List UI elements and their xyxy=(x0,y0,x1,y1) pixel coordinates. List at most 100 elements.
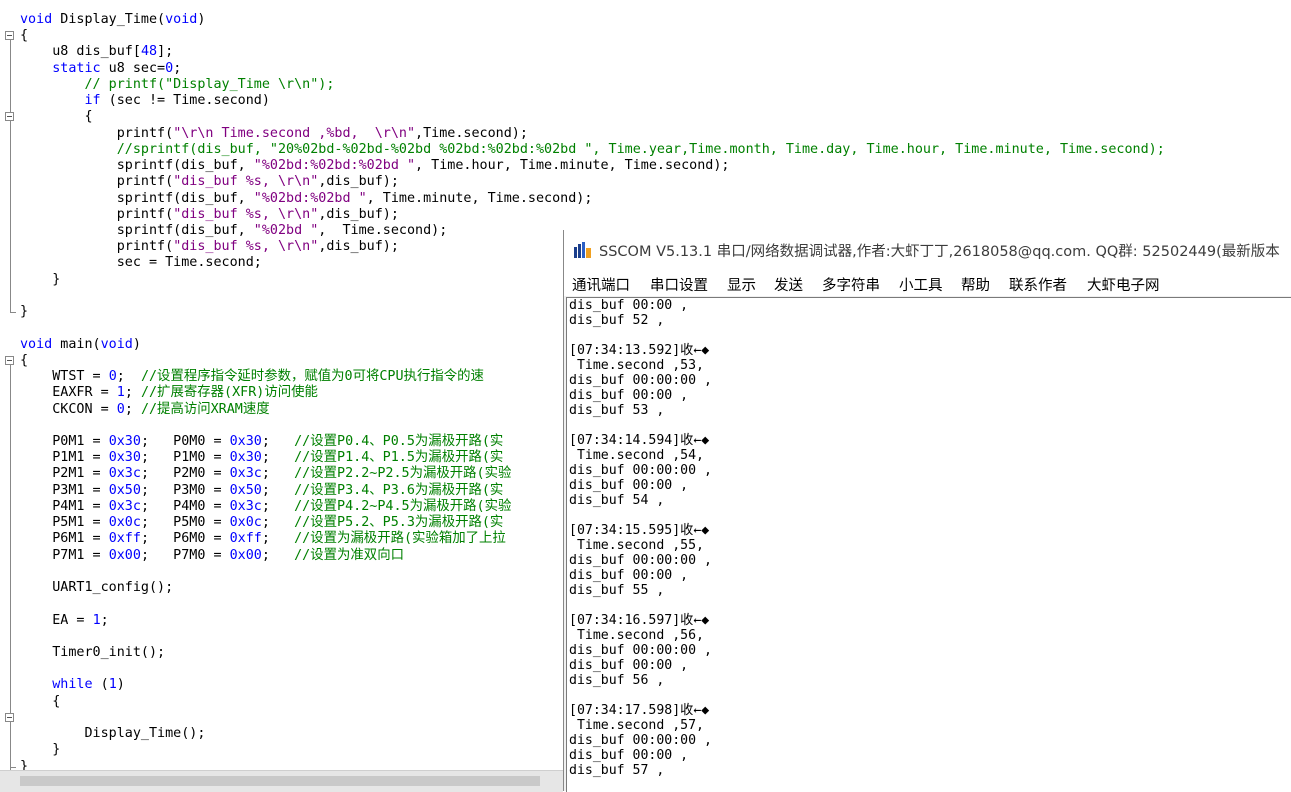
receive-line: [07:34:13.592]收←◆ xyxy=(569,343,710,358)
code-token: "%02bd:%02bd:%02bd " xyxy=(253,158,416,174)
receive-line: dis_buf 00:00:00 , xyxy=(569,643,712,658)
code-token: (sec != Time.second) xyxy=(100,93,270,109)
receive-text-area[interactable]: dis_buf 00:00 , dis_buf 52 , [07:34:13.592… xyxy=(566,297,1291,792)
code-token: Display_Time(); xyxy=(20,726,206,742)
code-token: P1M1 = xyxy=(20,450,109,466)
editor-horizontal-scrollbar[interactable] xyxy=(0,770,563,792)
code-token: P2M1 = xyxy=(20,466,109,482)
code-token: { xyxy=(20,28,29,44)
code-line: { xyxy=(20,353,28,369)
sscom-titlebar[interactable]: SSCOM V5.13.1 串口/网络数据调试器,作者:大虾丁丁,2618058… xyxy=(564,230,1291,270)
code-token: //设置P1.4、P1.5为漏极开路(实 xyxy=(294,450,504,466)
code-token: ; P7M0 = xyxy=(140,547,230,563)
menu-tools[interactable]: 小工具 xyxy=(899,274,943,295)
code-token: ; P0M0 = xyxy=(140,433,230,449)
code-token: sec = Time.second; xyxy=(20,255,262,271)
receive-line: [07:34:14.594]收←◆ xyxy=(569,433,710,448)
menu-multi-string[interactable]: 多字符串 xyxy=(822,274,880,295)
menu-comm-port[interactable]: 通讯端口 xyxy=(572,274,630,295)
fold-toggle-icon[interactable] xyxy=(5,355,14,365)
fold-end-marker xyxy=(10,766,16,768)
editor-scrollbar-thumb[interactable] xyxy=(20,776,540,786)
code-line: P7M1 = 0x00; P7M0 = 0x00; //设置为准双向口 xyxy=(20,548,404,564)
code-token: printf( xyxy=(20,239,174,255)
menu-contact-author[interactable]: 联系作者 xyxy=(1009,274,1067,295)
code-token: P7M1 = xyxy=(20,547,109,563)
fold-toggle-icon[interactable] xyxy=(5,112,14,122)
code-token: sprintf(dis_buf, xyxy=(20,222,254,238)
code-token: ) xyxy=(116,677,125,693)
code-line: EAXFR = 1; //扩展寄存器(XFR)访问使能 xyxy=(20,385,318,401)
code-token: "\r\n Time.second ,%bd, \r\n" xyxy=(173,125,416,141)
code-line: Display_Time(); xyxy=(20,726,205,742)
receive-line: dis_buf 54 , xyxy=(569,493,665,508)
code-token: } xyxy=(20,271,61,287)
code-token: { xyxy=(20,352,29,368)
code-line: if (sec != Time.second) xyxy=(20,93,270,109)
menu-display[interactable]: 显示 xyxy=(727,274,756,295)
code-token: //设置P4.2~P4.5为漏极开路(实验 xyxy=(294,498,512,514)
code-token: ; xyxy=(173,60,182,76)
code-token: P5M1 = xyxy=(20,515,109,531)
code-token: printf( xyxy=(20,125,174,141)
fold-toggle-icon[interactable] xyxy=(5,31,14,41)
receive-line: dis_buf 00:00 , xyxy=(569,748,689,763)
code-token: void xyxy=(165,12,198,27)
code-token: Timer0_init(); xyxy=(20,644,166,660)
receive-line: dis_buf 00:00 , xyxy=(569,478,689,493)
code-line: u8 dis_buf[48]; xyxy=(20,44,173,60)
code-token: } xyxy=(20,304,29,320)
code-token: ; xyxy=(261,498,295,514)
code-token: //提高访问XRAM速度 xyxy=(140,401,270,417)
code-token: ,Time.second); xyxy=(415,125,528,141)
code-token: ; P2M0 = xyxy=(140,466,230,482)
code-token: sprintf(dis_buf, xyxy=(20,158,254,174)
code-token: ; P4M0 = xyxy=(140,498,230,514)
code-token: 0x3c xyxy=(229,498,262,514)
menu-help[interactable]: 帮助 xyxy=(961,274,990,295)
code-token: ( xyxy=(92,677,109,693)
code-line: P6M1 = 0xff; P6M0 = 0xff; //设置为漏极开路(实验箱加… xyxy=(20,531,506,547)
code-token: printf( xyxy=(20,174,174,190)
code-token: 0xff xyxy=(229,531,262,547)
menu-bar: 通讯端口 串口设置 显示 发送 多字符串 小工具 帮助 联系作者 大虾电子网 xyxy=(564,270,1291,296)
window-title: SSCOM V5.13.1 串口/网络数据调试器,作者:大虾丁丁,2618058… xyxy=(599,244,1280,260)
code-token: ; xyxy=(261,466,295,482)
code-token: //设置P3.4、P3.6为漏极开路(实 xyxy=(294,482,504,498)
code-token: ; P6M0 = xyxy=(140,531,230,547)
menu-daxia-site[interactable]: 大虾电子网 xyxy=(1087,274,1160,295)
code-token: } xyxy=(20,742,61,758)
code-token: static xyxy=(52,60,101,76)
code-token: // printf("Display_Time \r\n"); xyxy=(20,76,335,92)
code-token: //设置P2.2~P2.5为漏极开路(实验 xyxy=(294,466,512,482)
code-token: //设置程序指令延时参数，赋值为0可将CPU执行指令的速 xyxy=(140,369,484,385)
code-token: //设置为漏极开路(实验箱加了上拉 xyxy=(294,531,506,547)
code-token: { xyxy=(20,693,61,709)
code-token: ; xyxy=(261,531,295,547)
code-line: printf("\r\n Time.second ,%bd, \r\n",Tim… xyxy=(20,126,528,142)
code-token: EAXFR = xyxy=(20,385,117,401)
receive-line: dis_buf 00:00 , xyxy=(569,568,689,583)
receive-line: dis_buf 00:00 , xyxy=(569,298,689,313)
receive-line: dis_buf 53 , xyxy=(569,403,665,418)
receive-line: dis_buf 00:00:00 , xyxy=(569,553,712,568)
code-token: //sprintf(dis_buf, "20%02bd-%02bd-%02bd … xyxy=(20,141,1165,157)
code-token: sprintf(dis_buf, xyxy=(20,190,254,206)
code-line: { xyxy=(20,28,28,44)
fold-toggle-icon[interactable] xyxy=(5,713,14,722)
code-token: ; xyxy=(261,515,295,531)
code-token: "%02bd " xyxy=(253,222,319,238)
menu-send[interactable]: 发送 xyxy=(774,274,803,295)
menu-serial-settings[interactable]: 串口设置 xyxy=(650,274,708,295)
code-token: ; xyxy=(124,385,141,401)
code-line: printf("dis_buf %s, \r\n",dis_buf); xyxy=(20,239,399,255)
code-line: } xyxy=(20,742,60,758)
code-token: 1 xyxy=(108,677,117,693)
code-token: 0 xyxy=(108,369,117,385)
code-token: ; xyxy=(100,612,109,628)
receive-line: [07:34:15.595]收←◆ xyxy=(569,523,710,538)
code-token: , Time.minute, Time.second); xyxy=(366,190,593,206)
code-line: P0M1 = 0x30; P0M0 = 0x30; //设置P0.4、P0.5为… xyxy=(20,434,503,450)
